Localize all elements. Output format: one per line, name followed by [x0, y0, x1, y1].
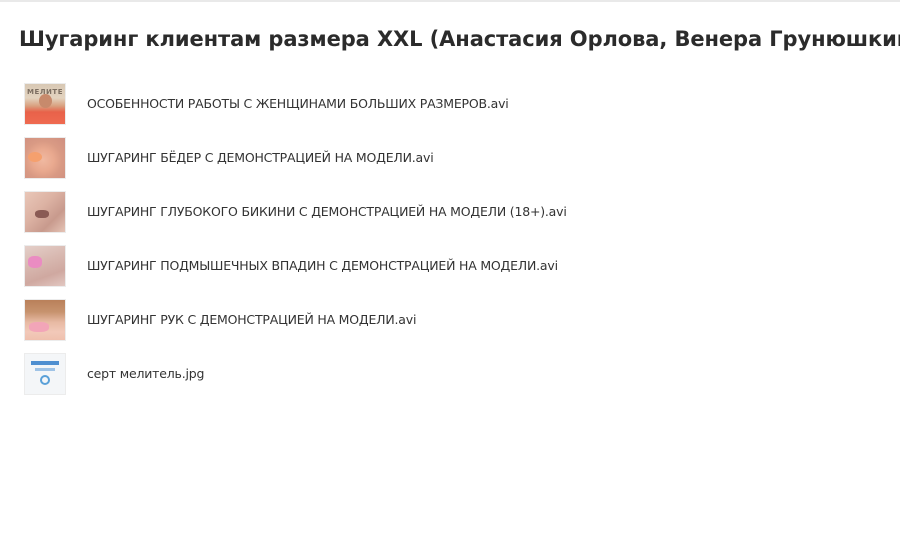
- file-name[interactable]: ШУГАРИНГ ПОДМЫШЕЧНЫХ ВПАДИН С ДЕМОНСТРАЦ…: [87, 258, 558, 273]
- file-name[interactable]: ОСОБЕННОСТИ РАБОТЫ С ЖЕНЩИНАМИ БОЛЬШИХ Р…: [87, 96, 509, 111]
- thumbnail-detail: [28, 255, 42, 268]
- video-thumbnail[interactable]: [24, 298, 66, 341]
- thumbnail-detail: [31, 360, 59, 365]
- file-item[interactable]: ШУГАРИНГ РУК С ДЕМОНСТРАЦИЕЙ НА МОДЕЛИ.a…: [24, 298, 884, 341]
- file-name[interactable]: ШУГАРИНГ РУК С ДЕМОНСТРАЦИЕЙ НА МОДЕЛИ.a…: [87, 312, 416, 327]
- file-item[interactable]: ШУГАРИНГ БЁДЕР С ДЕМОНСТРАЦИЕЙ НА МОДЕЛИ…: [24, 136, 884, 179]
- video-thumbnail[interactable]: [24, 190, 66, 233]
- video-thumbnail[interactable]: [24, 244, 66, 287]
- file-item[interactable]: ШУГАРИНГ ГЛУБОКОГО БИКИНИ С ДЕМОНСТРАЦИЕ…: [24, 190, 884, 233]
- file-list: МЕЛИТЕ ОСОБЕННОСТИ РАБОТЫ С ЖЕНЩИНАМИ БО…: [24, 82, 884, 406]
- video-thumbnail[interactable]: [24, 136, 66, 179]
- thumbnail-seal: [40, 374, 50, 385]
- folder-title: Шугаринг клиентам размера XXL (Анастасия…: [19, 27, 900, 51]
- file-item[interactable]: МЕЛИТЕ ОСОБЕННОСТИ РАБОТЫ С ЖЕНЩИНАМИ БО…: [24, 82, 884, 125]
- thumbnail-detail: [28, 151, 42, 162]
- thumbnail-detail: [29, 321, 49, 332]
- folder-page: Шугаринг клиентам размера XXL (Анастасия…: [0, 0, 900, 551]
- video-thumbnail[interactable]: МЕЛИТЕ: [24, 82, 66, 125]
- file-item[interactable]: ШУГАРИНГ ПОДМЫШЕЧНЫХ ВПАДИН С ДЕМОНСТРАЦ…: [24, 244, 884, 287]
- thumbnail-detail: [35, 209, 49, 218]
- file-name[interactable]: ШУГАРИНГ ГЛУБОКОГО БИКИНИ С ДЕМОНСТРАЦИЕ…: [87, 204, 567, 219]
- thumbnail-person: [39, 93, 52, 108]
- file-name[interactable]: серт мелитель.jpg: [87, 366, 204, 381]
- image-thumbnail[interactable]: [24, 352, 66, 395]
- file-name[interactable]: ШУГАРИНГ БЁДЕР С ДЕМОНСТРАЦИЕЙ НА МОДЕЛИ…: [87, 150, 434, 165]
- thumbnail-detail: [35, 367, 55, 371]
- file-item[interactable]: серт мелитель.jpg: [24, 352, 884, 395]
- top-divider: [0, 0, 900, 2]
